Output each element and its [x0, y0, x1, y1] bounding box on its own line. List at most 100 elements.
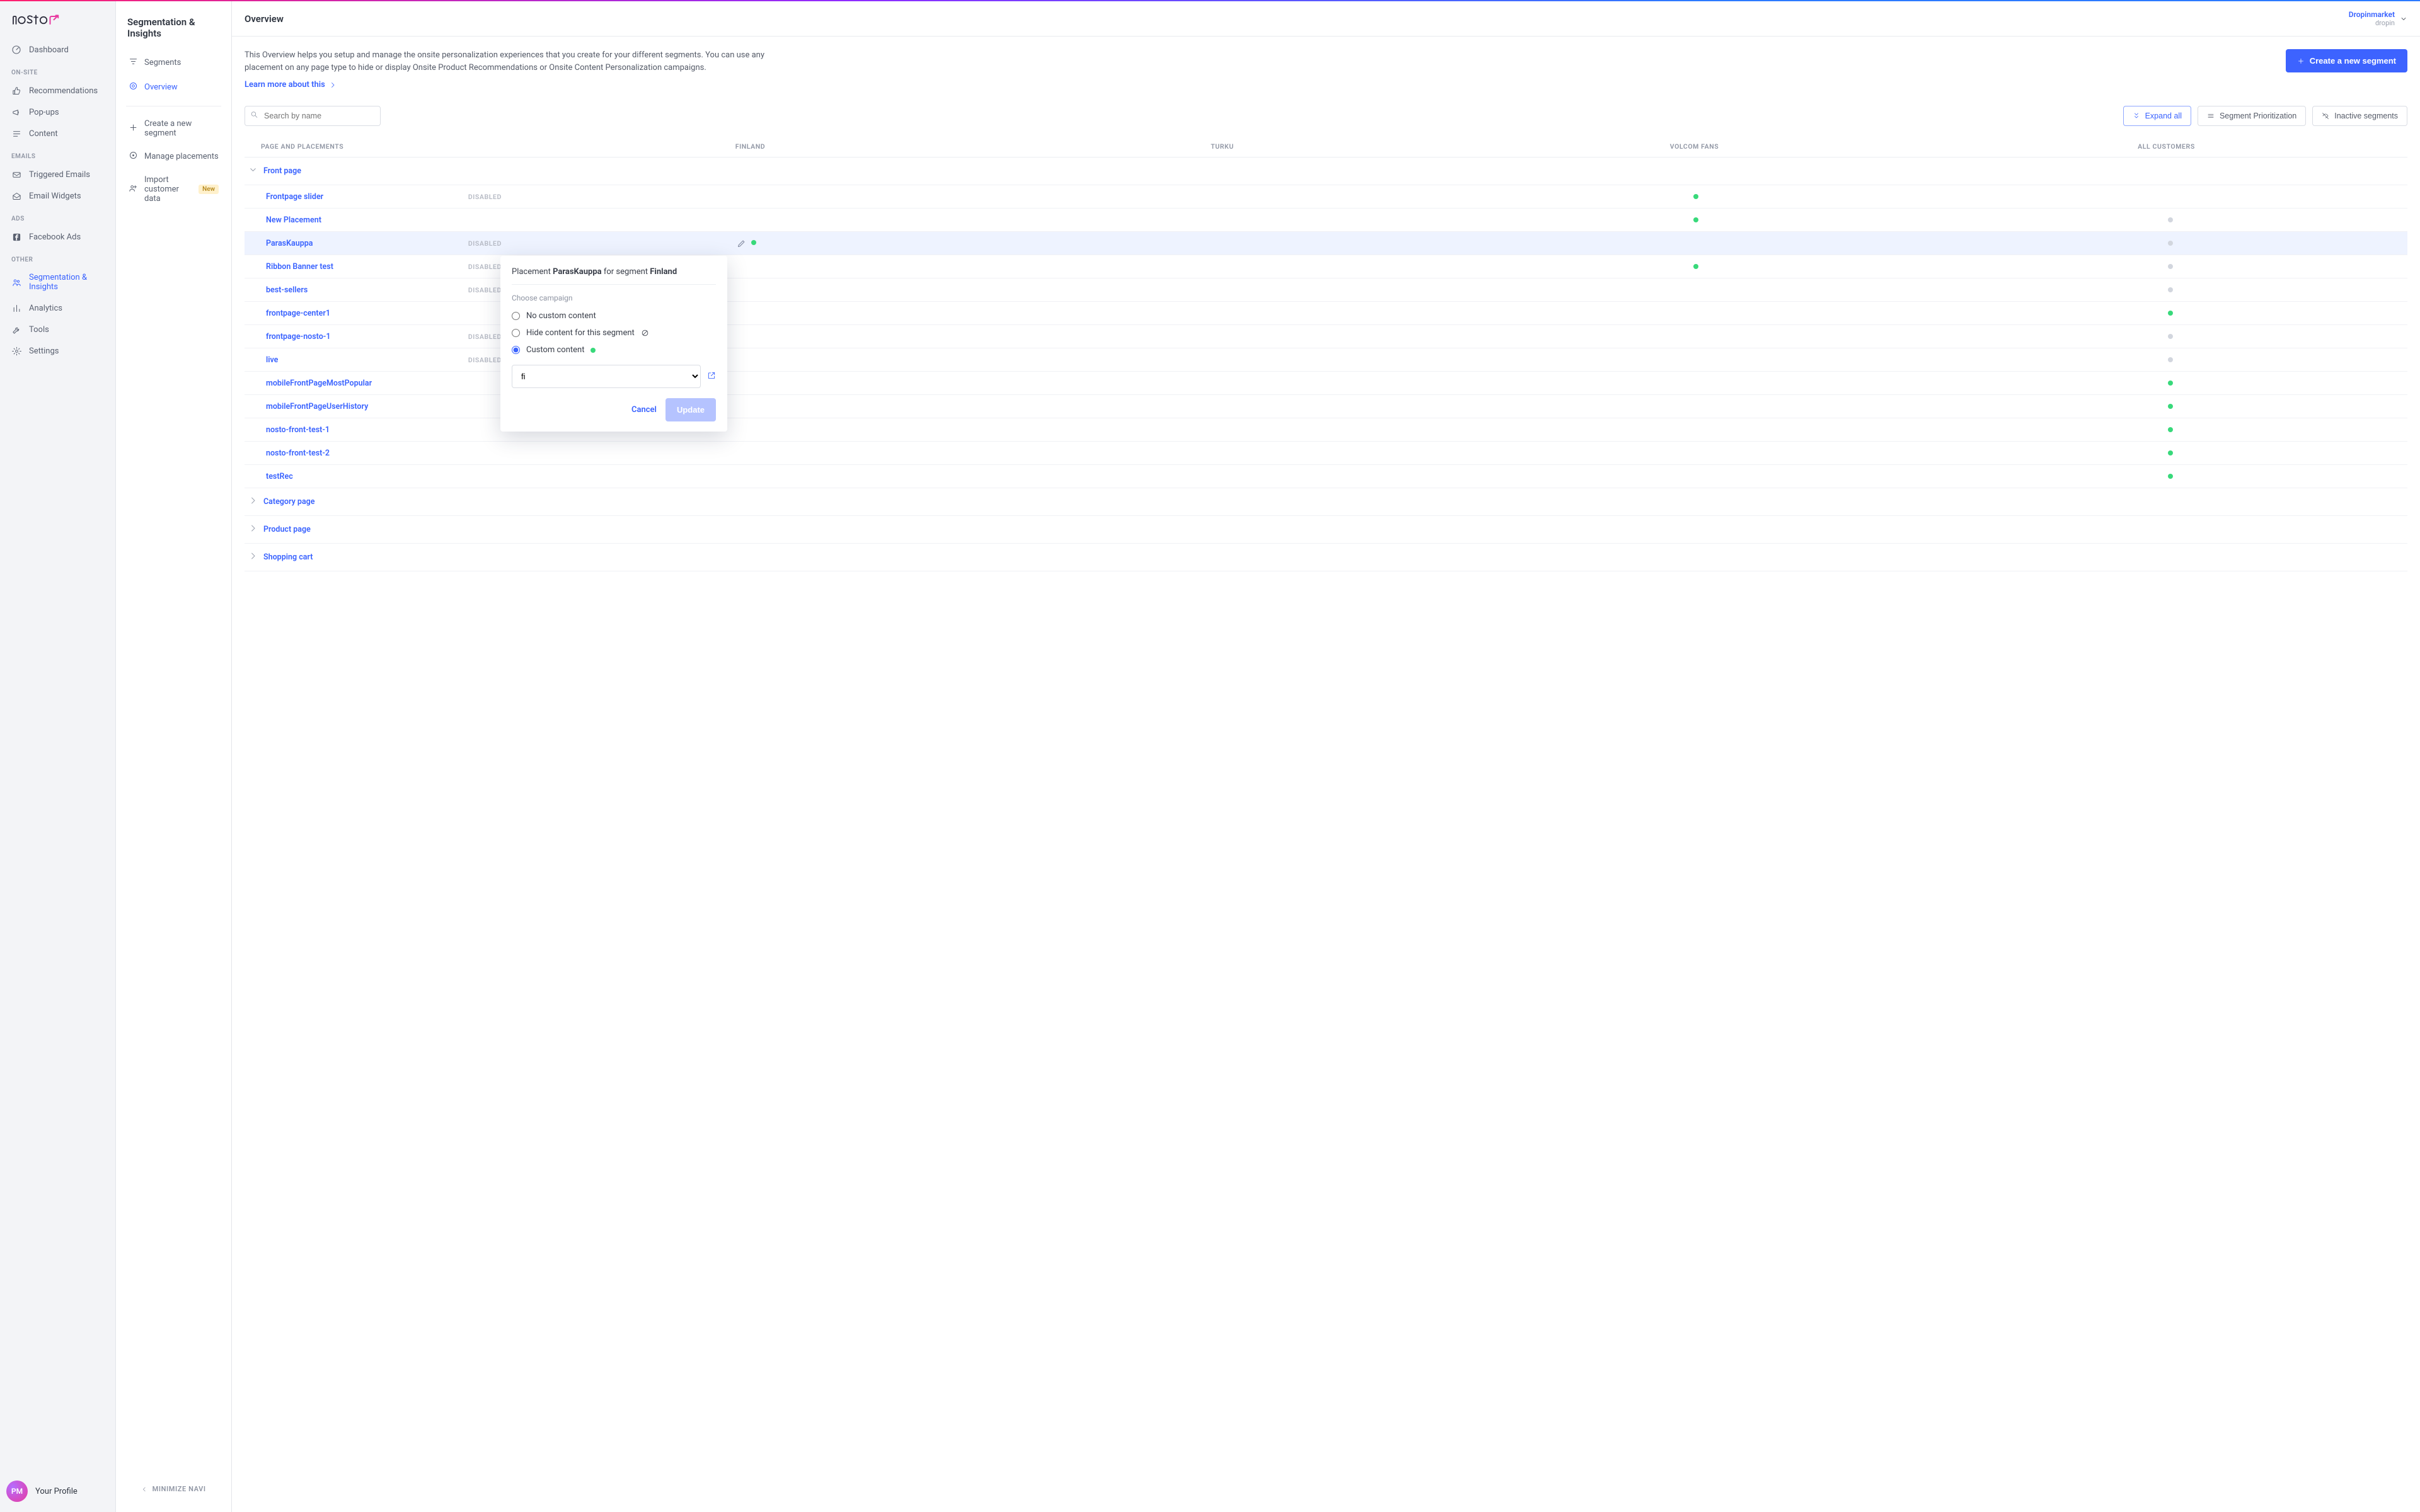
radio-hide[interactable]: Hide content for this segment — [512, 324, 716, 341]
segment-cell[interactable] — [1933, 309, 2407, 318]
placement-name[interactable]: mobileFrontPageMostPopular — [245, 379, 372, 388]
segment-cell[interactable] — [1458, 262, 1933, 272]
nav-settings[interactable]: Settings — [0, 340, 115, 362]
segment-cell[interactable] — [1933, 239, 2407, 248]
placement-row: Frontpage sliderDISABLED — [245, 185, 2407, 209]
status-dot[interactable] — [2168, 334, 2173, 339]
nav-segmentation[interactable]: Segmentation & Insights — [0, 267, 115, 297]
segment-cell[interactable] — [1933, 379, 2407, 388]
thumbs-up-icon — [11, 86, 21, 96]
subnav-manage-placements[interactable]: Manage placements — [126, 144, 221, 169]
status-dot[interactable] — [1693, 217, 1698, 222]
segment-cell[interactable] — [509, 238, 984, 248]
placement-name[interactable]: nosto-front-test-2 — [245, 449, 330, 458]
radio-no-custom[interactable]: No custom content — [512, 307, 716, 324]
segment-cell[interactable] — [1933, 449, 2407, 458]
learn-more-link[interactable]: Learn more about this — [245, 80, 337, 89]
nav-dashboard[interactable]: Dashboard — [0, 39, 115, 60]
segment-cell[interactable] — [1458, 192, 1933, 202]
nav-facebook-ads[interactable]: Facebook Ads — [0, 226, 115, 248]
status-dot[interactable] — [2168, 357, 2173, 362]
status-dot[interactable] — [2168, 264, 2173, 269]
tenant-switcher[interactable]: Dropinmarket dropin — [2349, 10, 2407, 27]
placement-name[interactable]: frontpage-center1 — [245, 309, 330, 318]
placement-name[interactable]: live — [245, 355, 278, 365]
placement-name[interactable]: frontpage-nosto-1 — [245, 332, 331, 341]
placement-name[interactable]: nosto-front-test-1 — [245, 425, 330, 435]
nav-content[interactable]: Content — [0, 123, 115, 144]
nav-analytics[interactable]: Analytics — [0, 297, 115, 319]
status-dot[interactable] — [2168, 217, 2173, 222]
segment-cell[interactable] — [1933, 262, 2407, 272]
cancel-button[interactable]: Cancel — [631, 405, 657, 415]
segment-cell[interactable] — [1933, 215, 2407, 225]
minimize-nav-button[interactable]: MINIMIZE NAVI — [126, 1477, 221, 1501]
toolbar: Expand all Segment Prioritization Inacti… — [232, 94, 2420, 132]
placement-name[interactable]: Frontpage slider — [245, 192, 323, 202]
status-dot[interactable] — [2168, 474, 2173, 479]
wrench-icon — [11, 324, 21, 335]
placement-name[interactable]: ParasKauppa — [245, 239, 313, 248]
status-dot[interactable] — [2168, 381, 2173, 386]
nav-group-label: ADS — [0, 207, 115, 226]
page-group-row[interactable]: Product page — [245, 516, 2407, 544]
search-input[interactable] — [245, 106, 381, 126]
status-dot[interactable] — [2168, 427, 2173, 432]
pencil-icon[interactable] — [737, 239, 746, 248]
people-icon — [11, 277, 21, 287]
segment-cell[interactable] — [1933, 425, 2407, 435]
radio-custom[interactable]: Custom content — [512, 341, 716, 358]
create-segment-button[interactable]: Create a new segment — [2286, 49, 2407, 72]
status-dot[interactable] — [751, 240, 756, 245]
status-dot[interactable] — [2168, 450, 2173, 455]
external-link-icon[interactable] — [707, 371, 716, 382]
subnav-overview[interactable]: Overview — [126, 75, 221, 100]
table-header: PAGE AND PLACEMENTS FINLAND TURKU VOLCOM… — [245, 136, 2407, 158]
expand-all-button[interactable]: Expand all — [2123, 106, 2191, 126]
placement-popover: Placement ParasKauppa for segment Finlan… — [500, 256, 727, 432]
segment-cell[interactable] — [1933, 402, 2407, 411]
badge-new: New — [199, 185, 219, 194]
placement-name[interactable]: testRec — [245, 472, 293, 481]
profile-button[interactable]: PM Your Profile — [0, 1472, 115, 1512]
nav-email-widgets[interactable]: Email Widgets — [0, 185, 115, 207]
placement-name[interactable]: New Placement — [245, 215, 321, 225]
status-dot[interactable] — [2168, 287, 2173, 292]
segment-cell[interactable] — [1933, 285, 2407, 295]
popover-title: Placement ParasKauppa for segment Finlan… — [512, 267, 716, 285]
page-group-name: Category page — [263, 497, 315, 507]
disabled-label: DISABLED — [468, 263, 502, 271]
segment-priority-button[interactable]: Segment Prioritization — [2198, 106, 2306, 126]
segment-cell[interactable] — [1933, 332, 2407, 341]
intro-text: This Overview helps you setup and manage… — [245, 49, 768, 74]
nav-recommendations[interactable]: Recommendations — [0, 80, 115, 101]
target2-icon — [129, 151, 138, 163]
status-dot[interactable] — [2168, 311, 2173, 316]
nav-tools[interactable]: Tools — [0, 319, 115, 340]
inactive-segments-button[interactable]: Inactive segments — [2312, 106, 2407, 126]
status-dot[interactable] — [2168, 404, 2173, 409]
status-dot[interactable] — [1693, 194, 1698, 199]
placement-name[interactable]: mobileFrontPageUserHistory — [245, 402, 368, 411]
status-dot[interactable] — [1693, 264, 1698, 269]
nav-popups[interactable]: Pop-ups — [0, 101, 115, 123]
subnav-segments[interactable]: Segments — [126, 50, 221, 75]
placement-name[interactable]: best-sellers — [245, 285, 308, 295]
campaign-select[interactable]: fi — [512, 365, 701, 388]
col-turku: TURKU — [986, 142, 1458, 151]
segment-cell[interactable] — [1933, 355, 2407, 365]
status-dot[interactable] — [2168, 241, 2173, 246]
segment-cell[interactable] — [1458, 215, 1933, 225]
disabled-label: DISABLED — [468, 286, 502, 294]
placement-name[interactable]: Ribbon Banner test — [245, 262, 333, 272]
subnav-create-segment[interactable]: Create a new segment — [126, 113, 221, 144]
nav-triggered-emails[interactable]: Triggered Emails — [0, 164, 115, 185]
subnav-import-data[interactable]: Import customer dataNew — [126, 169, 221, 210]
page-group-row[interactable]: Front page — [245, 158, 2407, 185]
search-icon — [250, 111, 258, 122]
page-group-row[interactable]: Category page — [245, 488, 2407, 516]
update-button[interactable]: Update — [666, 398, 716, 421]
page-group-row[interactable]: Shopping cart — [245, 544, 2407, 571]
mail-open-icon — [11, 191, 21, 201]
segment-cell[interactable] — [1933, 472, 2407, 481]
